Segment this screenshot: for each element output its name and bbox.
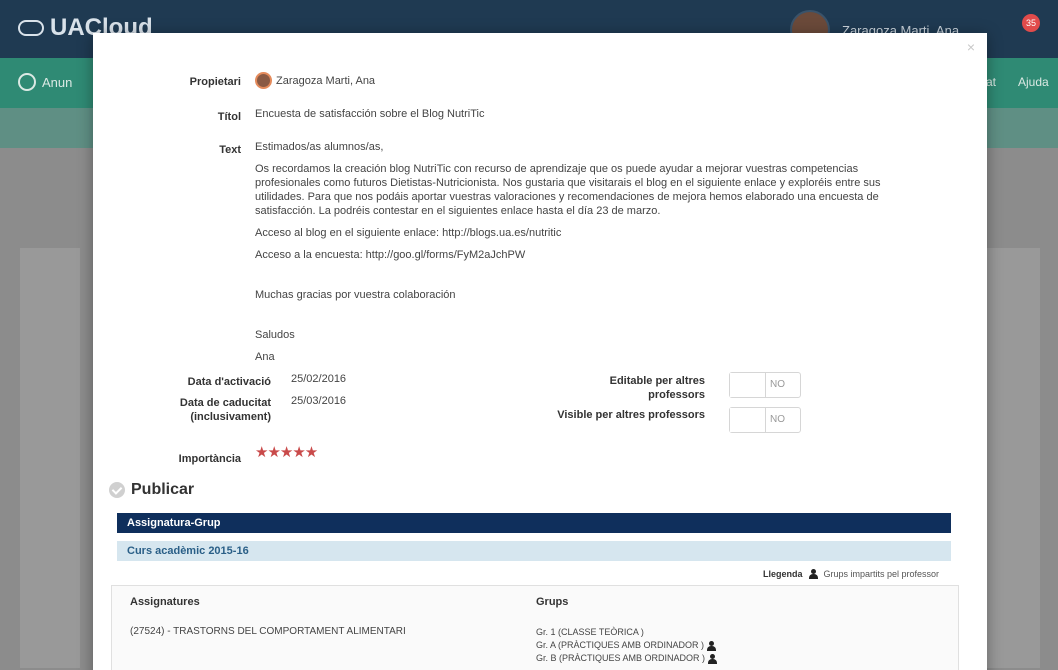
- text-survey-link: Acceso a la encuesta: http://goo.gl/form…: [255, 249, 526, 261]
- owner-value: Zaragoza Marti, Ana: [255, 72, 375, 89]
- visible-toggle[interactable]: NO: [729, 407, 801, 433]
- toggle-state: NO: [770, 379, 785, 390]
- visible-label: Visible per altres professors: [557, 409, 705, 421]
- text-saludos: Saludos: [255, 329, 295, 341]
- academic-year-bar[interactable]: Curs acadèmic 2015-16: [117, 541, 951, 561]
- text-greeting: Estimados/as alumnos/as,: [255, 141, 384, 153]
- expiry-value: 25/03/2016: [291, 395, 347, 407]
- legend-text: Grups impartits pel professor: [823, 569, 940, 579]
- legend: Llegenda Grups impartits pel professor: [763, 569, 939, 579]
- bg-panel-right: [980, 248, 1040, 668]
- group-label: Gr. A (PRÀCTIQUES AMB ORDINADOR ): [536, 640, 705, 650]
- group-item[interactable]: Gr. B (PRÀCTIQUES AMB ORDINADOR ): [536, 652, 718, 665]
- toggle-state: NO: [770, 414, 785, 425]
- cloud-icon: [18, 20, 44, 36]
- subjects-table: Assignatures Grups (27524) - TRASTORNS D…: [111, 585, 959, 670]
- expiry-label: Data de caducitat (inclusivament): [179, 397, 271, 423]
- title-value: Encuesta de satisfacción sobre el Blog N…: [255, 108, 485, 120]
- legend-label: Llegenda: [763, 569, 803, 579]
- person-icon: [708, 653, 718, 664]
- text-thanks: Muchas gracias por vuestra colaboración: [255, 289, 456, 301]
- owner-name: Zaragoza Marti, Ana: [276, 74, 376, 87]
- text-blog-link: Acceso al blog en el siguiente enlace: h…: [255, 227, 562, 239]
- publish-section-title: Publicar: [109, 481, 194, 499]
- importance-label: Importància: [178, 453, 241, 465]
- text-signature: Ana: [255, 351, 275, 363]
- text-body: Estimados/as alumnos/as, Os recordamos l…: [255, 140, 911, 372]
- title-label: Títol: [217, 111, 241, 123]
- notification-badge: 35: [1022, 14, 1040, 32]
- col-groups-header: Grups: [536, 596, 569, 608]
- notifications-button[interactable]: 35: [1014, 8, 1050, 48]
- publish-title: Publicar: [131, 481, 195, 498]
- group-label: Gr. B (PRÀCTIQUES AMB ORDINADOR ): [536, 653, 706, 663]
- toggle-knob: [730, 373, 766, 397]
- owner-avatar: [255, 72, 272, 89]
- text-paragraph: Os recordamos la creación blog NutriTic …: [255, 163, 881, 217]
- bg-panel-left: [20, 248, 80, 668]
- close-icon[interactable]: ×: [967, 39, 975, 55]
- group-label: Gr. 1 (CLASSE TEÒRICA ): [536, 627, 644, 637]
- text-label: Text: [219, 144, 241, 156]
- editable-toggle[interactable]: NO: [729, 372, 801, 398]
- person-icon: [808, 569, 818, 579]
- owner-label: Propietari: [189, 76, 241, 88]
- subject-group-header: Assignatura-Grup: [117, 513, 951, 533]
- nav-item-ajuda[interactable]: Ajuda: [1018, 75, 1049, 89]
- person-icon: [707, 640, 717, 651]
- nav-label: Anun: [42, 74, 73, 90]
- toggle-knob: [730, 408, 766, 432]
- group-item[interactable]: Gr. A (PRÀCTIQUES AMB ORDINADOR ): [536, 639, 717, 652]
- activation-value: 25/02/2016: [291, 373, 347, 385]
- activation-label: Data d'activació: [187, 376, 271, 388]
- announcement-modal: × Propietari Zaragoza Marti, Ana Títol E…: [93, 33, 987, 670]
- lightbulb-icon: [18, 73, 36, 91]
- subject-name: (27524) - TRASTORNS DEL COMPORTAMENT ALI…: [130, 626, 406, 637]
- col-subjects-header: Assignatures: [130, 596, 200, 608]
- importance-stars[interactable]: ★★★★★: [255, 445, 318, 460]
- group-item[interactable]: Gr. 1 (CLASSE TEÒRICA ): [536, 626, 717, 639]
- nav-item-anuncis[interactable]: Anun: [18, 73, 72, 91]
- check-circle-icon: [109, 482, 125, 498]
- nav-item-right[interactable]: at: [986, 75, 996, 89]
- editable-label: Editable per altres professors: [609, 375, 705, 401]
- group-list: Gr. 1 (CLASSE TEÒRICA ) Gr. A (PRÀCTIQUE…: [536, 626, 718, 665]
